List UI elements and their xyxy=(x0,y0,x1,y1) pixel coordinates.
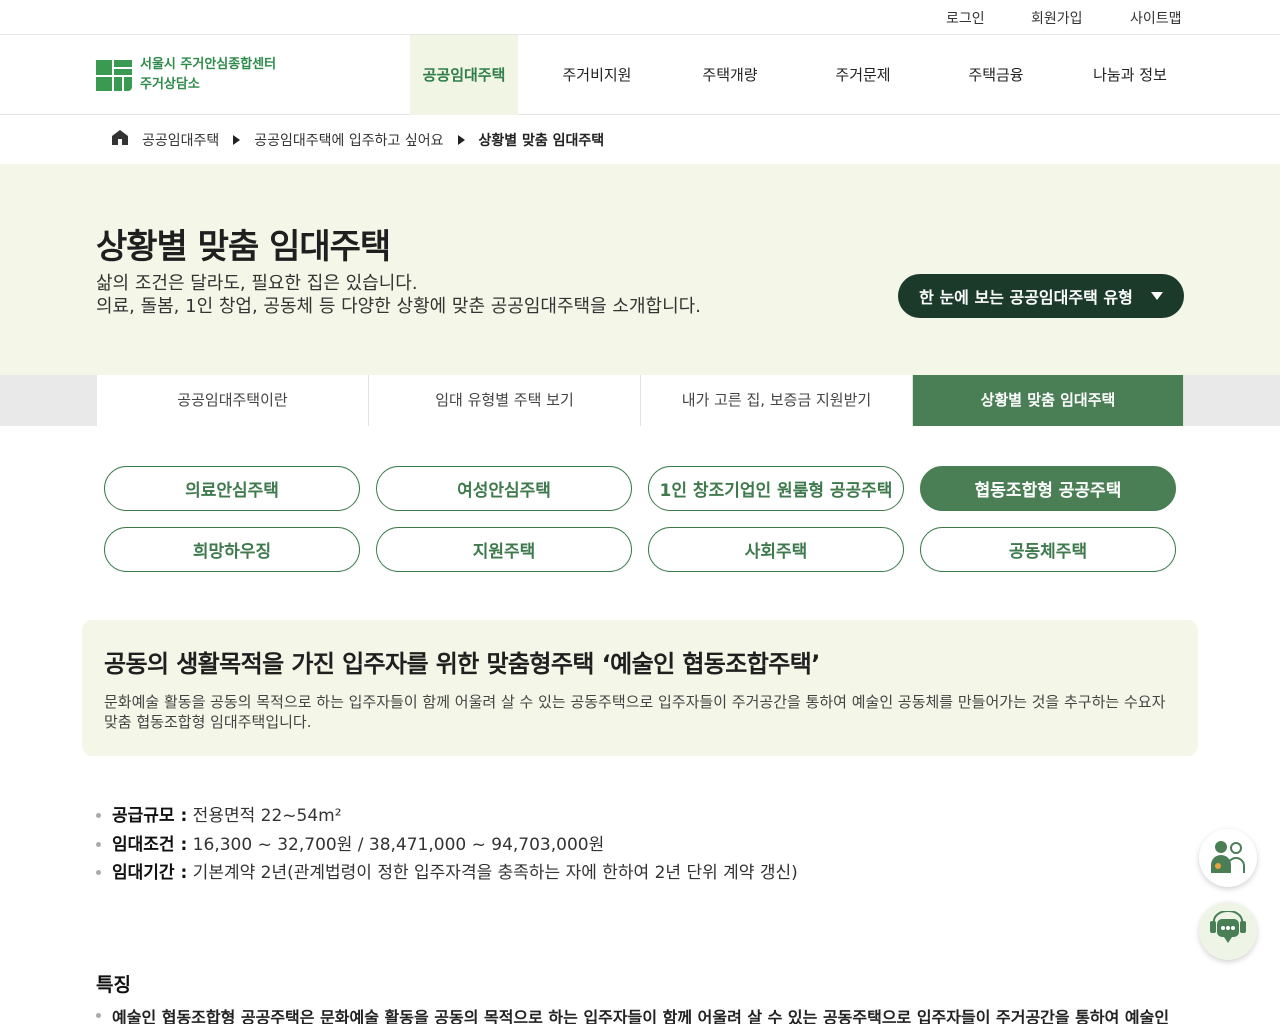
nav-housing-finance[interactable]: 주택금융 xyxy=(933,35,1059,115)
spec-item: 공급규모 : 전용면적 22~54m² xyxy=(96,804,798,833)
breadcrumb-arrow-icon xyxy=(233,134,241,145)
home-icon[interactable] xyxy=(112,130,128,149)
subtab-bar: 공공임대주택이란 임대 유형별 주택 보기 내가 고른 집, 보증금 지원받기 … xyxy=(0,375,1280,426)
card-title: 공동의 생활목적을 가진 입주자를 위한 맞춤형주택 ‘예술인 협동조합주택’ xyxy=(104,650,820,678)
site-logo[interactable]: 서울시 주거안심종합센터 주거상담소 xyxy=(96,55,276,95)
pill-startup-studio-housing[interactable]: 1인 창조기업인 원룸형 공공주택 xyxy=(648,466,904,511)
tab-what-is-public-rental[interactable]: 공공임대주택이란 xyxy=(97,375,369,426)
tab-situational-housing[interactable]: 상황별 맞춤 임대주택 xyxy=(913,375,1184,426)
features-title: 특징 xyxy=(96,974,131,996)
hero-section: 상황별 맞춤 임대주택 삶의 조건은 달라도, 필요한 집은 있습니다. 의료,… xyxy=(0,164,1280,375)
main-header: 서울시 주거안심종합센터 주거상담소 공공임대주택 주거비지원 주택개량 주거문… xyxy=(0,35,1280,115)
pill-social-housing[interactable]: 사회주택 xyxy=(648,527,904,572)
spec-item: 임대기간 : 기본계약 2년(관계법령이 정한 입주자격을 충족하는 자에 한하… xyxy=(96,861,798,890)
page-title: 상황별 맞춤 임대주택 xyxy=(96,227,391,267)
breadcrumb: 공공임대주택 공공임대주택에 입주하고 싶어요 상황별 맞춤 임대주택 xyxy=(0,115,1280,164)
consultation-float-button[interactable] xyxy=(1199,829,1257,887)
utility-bar: 로그인 회원가입 사이트맵 xyxy=(0,0,1280,35)
nav-sharing-info[interactable]: 나눔과 정보 xyxy=(1066,35,1194,115)
chatbot-icon xyxy=(1208,910,1248,951)
pill-medical-safe-housing[interactable]: 의료안심주택 xyxy=(104,466,360,511)
breadcrumb-arrow-icon xyxy=(457,134,465,145)
nav-housing-cost[interactable]: 주거비지원 xyxy=(534,35,660,115)
login-link[interactable]: 로그인 xyxy=(946,8,985,28)
signup-link[interactable]: 회원가입 xyxy=(1031,8,1083,28)
spec-item: 임대조건 : 16,300 ~ 32,700원 / 38,471,000 ~ 9… xyxy=(96,833,798,862)
tab-deposit-support[interactable]: 내가 고른 집, 보증금 지원받기 xyxy=(641,375,913,426)
house-logo-icon xyxy=(96,57,132,93)
pill-community-housing[interactable]: 공동체주택 xyxy=(920,527,1176,572)
nav-public-rental[interactable]: 공공임대주택 xyxy=(410,35,518,115)
feature-item: 예술인 협동조합형 공공주택은 문화예술 활동을 공동의 목적으로 하는 입주자… xyxy=(96,1004,1186,1024)
logo-line2: 주거상담소 xyxy=(140,77,200,92)
nav-housing-improvement[interactable]: 주택개량 xyxy=(667,35,793,115)
people-icon xyxy=(1209,839,1247,877)
pill-cooperative-housing[interactable]: 협동조합형 공공주택 xyxy=(920,466,1176,511)
pill-hope-housing[interactable]: 희망하우징 xyxy=(104,527,360,572)
card-description: 문화예술 활동을 공동의 목적으로 하는 입주자들이 함께 어울려 살 수 있는… xyxy=(104,693,1166,731)
spec-list: 공급규모 : 전용면적 22~54m² 임대조건 : 16,300 ~ 32,7… xyxy=(96,804,798,890)
pill-women-safe-housing[interactable]: 여성안심주택 xyxy=(376,466,632,511)
breadcrumb-item-2[interactable]: 공공임대주택에 입주하고 싶어요 xyxy=(254,130,443,150)
info-card: 공동의 생활목적을 가진 입주자를 위한 맞춤형주택 ‘예술인 협동조합주택’ … xyxy=(82,620,1198,756)
sitemap-link[interactable]: 사이트맵 xyxy=(1130,8,1182,28)
tab-by-rental-type[interactable]: 임대 유형별 주택 보기 xyxy=(369,375,641,426)
hero-desc-line2: 의료, 돌봄, 1인 창업, 공동체 등 다양한 상황에 맞춘 공공임대주택을 … xyxy=(96,296,701,317)
breadcrumb-item-1[interactable]: 공공임대주택 xyxy=(142,130,219,150)
caret-down-icon xyxy=(1150,292,1163,300)
rental-types-button-label: 한 눈에 보는 공공임대주택 유형 xyxy=(919,288,1133,307)
nav-housing-issues[interactable]: 주거문제 xyxy=(800,35,926,115)
rental-types-overview-button[interactable]: 한 눈에 보는 공공임대주택 유형 xyxy=(898,274,1184,318)
breadcrumb-current: 상황별 맞춤 임대주택 xyxy=(478,132,605,149)
chatbot-float-button[interactable] xyxy=(1199,902,1257,960)
hero-desc-line1: 삶의 조건은 달라도, 필요한 집은 있습니다. xyxy=(96,273,418,294)
pill-supported-housing[interactable]: 지원주택 xyxy=(376,527,632,572)
logo-line1: 서울시 주거안심종합센터 xyxy=(140,57,277,72)
